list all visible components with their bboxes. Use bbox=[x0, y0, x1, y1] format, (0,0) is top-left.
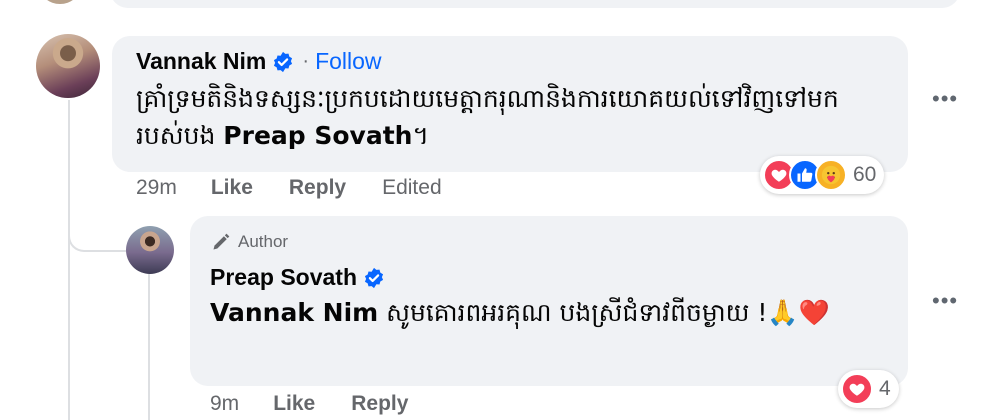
follow-button[interactable]: Follow bbox=[315, 48, 381, 75]
author-name[interactable]: Preap Sovath bbox=[210, 264, 357, 291]
previous-comment-bubble bbox=[110, 0, 960, 8]
comment-text: គ្រាំទ្រមតិនិងទស្សនៈប្រកបដោយមេត្តាករុណាន… bbox=[136, 80, 896, 154]
reply-actions: 9m Like Reply bbox=[210, 392, 444, 416]
reply-thread-line bbox=[148, 274, 150, 420]
reaction-count: 4 bbox=[879, 377, 891, 400]
more-options-button[interactable]: ••• bbox=[932, 288, 958, 314]
reply-body: សូមគោរពអរគុណ បងស្រីជំទាវពីចម្ងាយ ! bbox=[378, 298, 768, 327]
like-button[interactable]: Like bbox=[211, 176, 253, 200]
reply-header: Preap Sovath bbox=[210, 264, 385, 291]
timestamp[interactable]: 29m bbox=[136, 176, 177, 200]
mention-link[interactable]: Vannak Nim bbox=[210, 298, 378, 327]
author-badge-label: Author bbox=[238, 232, 289, 251]
reactions-summary[interactable]: 4 bbox=[838, 370, 899, 408]
separator-dot: · bbox=[302, 50, 310, 72]
mention-link[interactable]: Preap Sovath bbox=[223, 121, 412, 150]
avatar[interactable] bbox=[126, 226, 174, 274]
verified-badge-icon bbox=[364, 267, 384, 288]
pencil-icon bbox=[213, 233, 230, 250]
reaction-count: 60 bbox=[853, 163, 877, 186]
comment-actions: 29m Like Reply Edited bbox=[136, 176, 442, 200]
reactions-summary[interactable]: 60 bbox=[760, 156, 885, 194]
author-badge: Author bbox=[210, 232, 288, 252]
like-button[interactable]: Like bbox=[273, 392, 315, 416]
edited-label[interactable]: Edited bbox=[382, 176, 442, 200]
more-options-button[interactable]: ••• bbox=[932, 86, 958, 112]
reply-connector bbox=[68, 180, 126, 252]
reply-text: Vannak Nim សូមគោរពអរគុណ បងស្រីជំទាវពីចម្… bbox=[210, 294, 900, 331]
reply-button[interactable]: Reply bbox=[289, 176, 346, 200]
thread-line bbox=[68, 100, 70, 420]
comment-header: Vannak Nim · Follow bbox=[136, 48, 382, 75]
previous-comment-avatar[interactable] bbox=[40, 0, 80, 4]
verified-badge-icon bbox=[274, 51, 293, 72]
reply-button[interactable]: Reply bbox=[351, 392, 408, 416]
author-name[interactable]: Vannak Nim bbox=[136, 48, 266, 75]
care-icon bbox=[815, 159, 847, 191]
emoji-pray-heart: 🙏❤️ bbox=[767, 298, 830, 327]
love-icon bbox=[841, 373, 873, 405]
avatar[interactable] bbox=[36, 34, 100, 98]
timestamp[interactable]: 9m bbox=[210, 392, 239, 416]
comment-body-end: ។ bbox=[412, 121, 429, 150]
